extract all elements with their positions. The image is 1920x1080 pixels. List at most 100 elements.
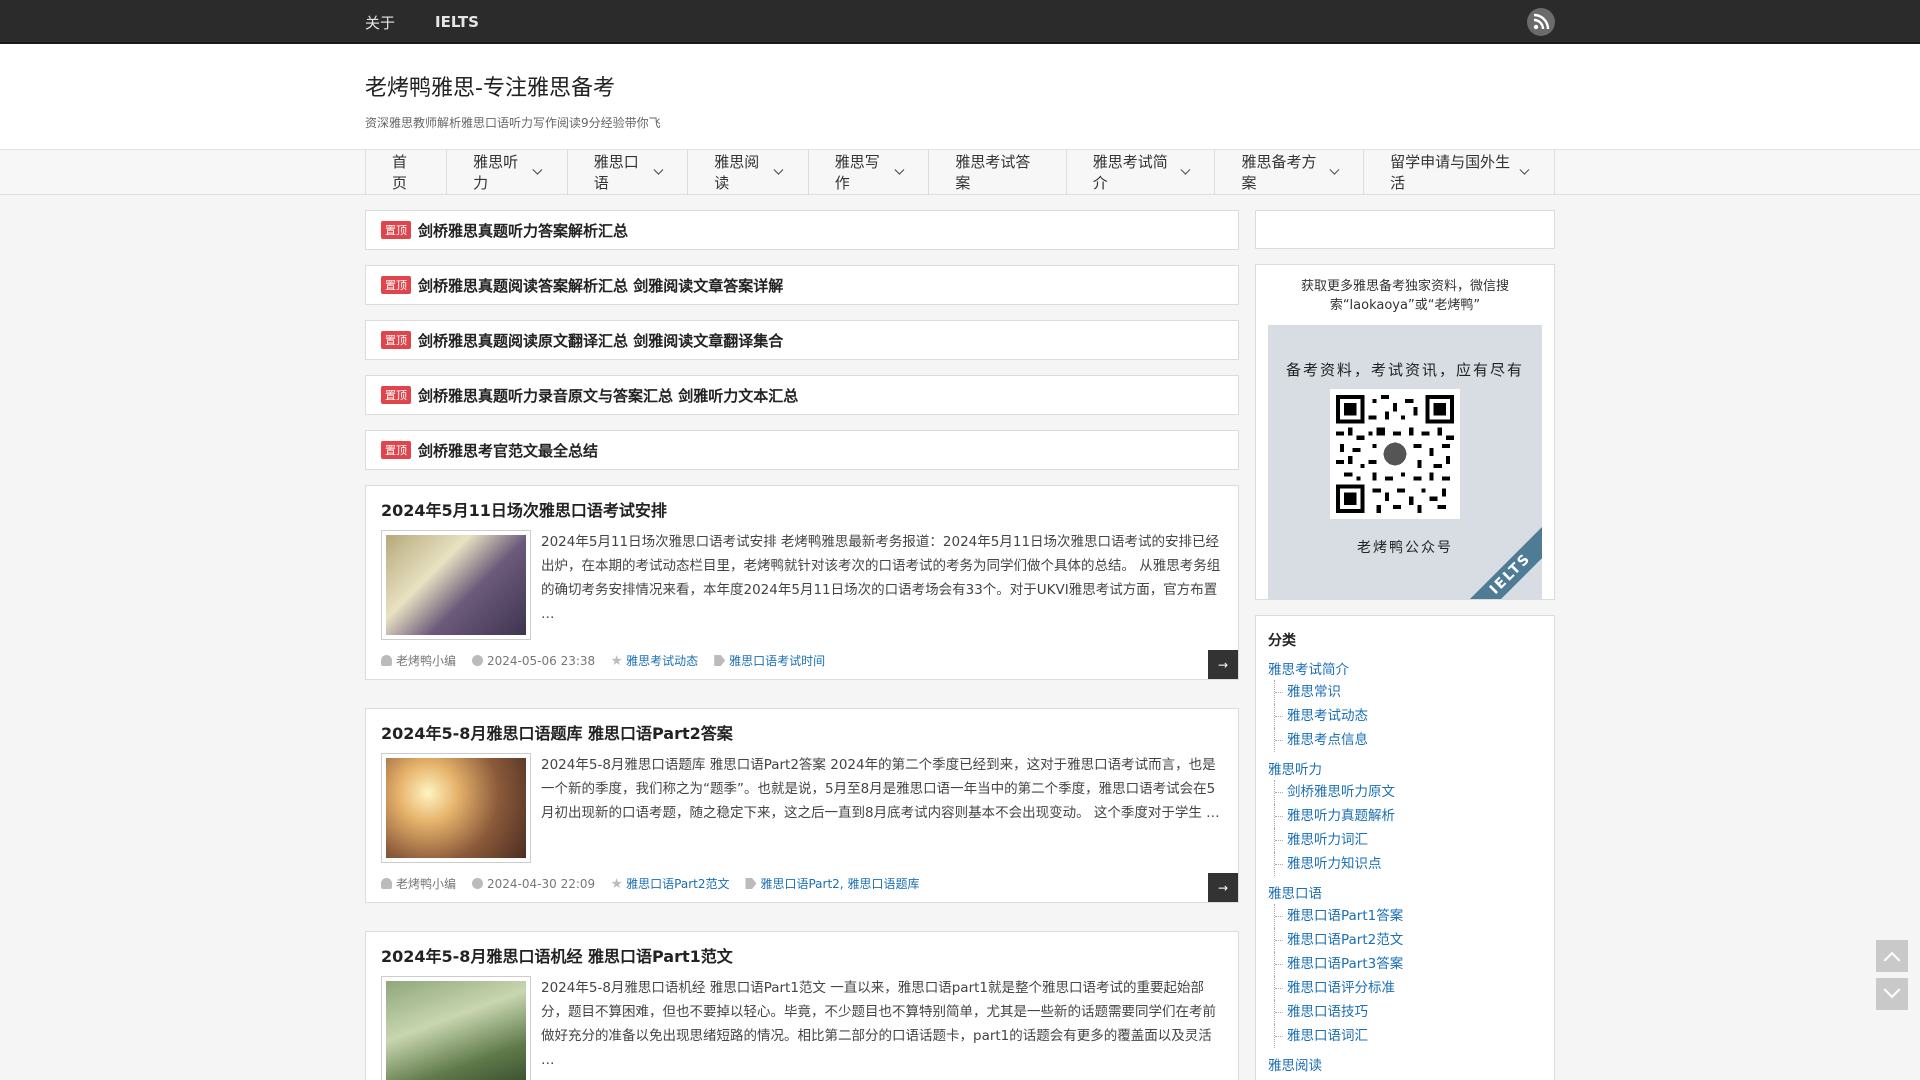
sticky-post[interactable]: 置顶 剑桥雅思真题阅读原文翻译汇总 剑雅阅读文章翻译集合 [365,320,1239,360]
sticky-post[interactable]: 置顶 剑桥雅思真题听力答案解析汇总 [365,210,1239,250]
post-title[interactable]: 2024年5-8月雅思口语题库 雅思口语Part2答案 [366,709,1238,747]
subcategory-link[interactable]: 雅思口语Part1答案 [1274,904,1542,928]
nav-label: 雅思口语 [593,153,639,192]
chevron-down-icon [773,164,784,174]
nav-item-answers[interactable]: 雅思考试答案 [929,150,1067,194]
post-date: 2024-05-06 23:38 [487,653,596,668]
sticky-title[interactable]: 剑桥雅思考官范文最全总结 [418,440,598,461]
sticky-badge: 置顶 [381,221,411,239]
post-title[interactable]: 2024年5-8月雅思口语机经 雅思口语Part1范文 [366,932,1238,970]
read-more-button[interactable]: → [1208,873,1238,902]
subcategory-link[interactable]: 雅思口语Part2范文 [1274,928,1542,952]
subcategory-link[interactable]: 雅思听力词汇 [1274,828,1542,852]
subcategory-link[interactable]: 雅思考试动态 [1274,704,1542,728]
topbar-link-about[interactable]: 关于 [365,12,395,33]
tag-icon [714,655,726,666]
post-author: 老烤鸭小编 [396,877,457,891]
nav-item-writing[interactable]: 雅思写作 [809,150,930,194]
subcategory-link[interactable]: 雅思常识 [1274,680,1542,704]
sticky-title[interactable]: 剑桥雅思真题阅读原文翻译汇总 剑雅阅读文章翻译集合 [418,330,783,351]
nav-label: 雅思写作 [834,153,880,192]
wechat-qr-widget: 获取更多雅思备考独家资料，微信搜索“laokaoya”或“老烤鸭” 备考资料，考… [1255,264,1555,600]
nav-label: 雅思听力 [473,153,519,192]
sticky-title[interactable]: 剑桥雅思真题阅读答案解析汇总 剑雅阅读文章答案详解 [418,275,783,296]
post-date: 2024-04-30 22:09 [487,876,596,891]
qr-code-image: 备考资料，考试资讯，应有尽有 老烤鸭公众号 IELTS [1268,325,1542,599]
nav-item-study-abroad[interactable]: 留学申请与国外生活 [1364,150,1556,194]
nav-label: 雅思考试答案 [955,153,1031,192]
scroll-top-button[interactable] [1876,940,1908,972]
nav-item-plan[interactable]: 雅思备考方案 [1215,150,1365,194]
site-header: 老烤鸭雅思-专注雅思备考 资深雅思教师解析雅思口语听力写作阅读9分经验带你飞 [0,44,1920,150]
site-title[interactable]: 老烤鸭雅思-专注雅思备考 [365,70,1555,102]
sticky-badge: 置顶 [381,441,411,459]
subcategory-link[interactable]: 雅思考点信息 [1274,728,1542,752]
nav-item-intro[interactable]: 雅思考试简介 [1067,150,1216,194]
star-icon [611,878,622,889]
chevron-down-icon [653,164,663,174]
tag-icon [745,878,757,889]
post-tags[interactable]: 雅思口语Part2, 雅思口语题库 [760,875,919,892]
arrow-down-icon [1883,981,1901,999]
post-excerpt: 2024年5月11日场次雅思口语考试安排 老烤鸭雅思最新考务报道：2024年5月… [541,534,1221,622]
topbar-link-ielts[interactable]: IELTS [435,13,479,31]
sticky-post[interactable]: 置顶 剑桥雅思真题听力录音原文与答案汇总 剑雅听力文本汇总 [365,375,1239,415]
subcategory-link[interactable]: 雅思口语词汇 [1274,1024,1542,1048]
sticky-title[interactable]: 剑桥雅思真题听力录音原文与答案汇总 剑雅听力文本汇总 [418,385,798,406]
post-author: 老烤鸭小编 [396,654,457,668]
sticky-badge: 置顶 [381,276,411,294]
clock-icon [472,878,484,889]
category-link[interactable]: 雅思口语 [1268,882,1542,902]
subcategory-link[interactable]: 雅思口语Part3答案 [1274,952,1542,976]
clock-icon [472,655,484,666]
nav-item-reading[interactable]: 雅思阅读 [688,150,809,194]
category-link[interactable]: 雅思考试简介 [1268,658,1542,678]
post-thumbnail[interactable] [381,530,531,640]
sticky-post[interactable]: 置顶 剑桥雅思考官范文最全总结 [365,430,1239,470]
scroll-bottom-button[interactable] [1876,978,1908,1010]
subcategory-link[interactable]: 雅思口语技巧 [1274,1000,1542,1024]
main-nav: 首页 雅思听力 雅思口语 雅思阅读 雅思写作 雅思考试答案 雅思考试简介 雅思备… [0,150,1920,195]
category-link[interactable]: 雅思阅读 [1268,1054,1542,1074]
qr-slogan: 备考资料，考试资讯，应有尽有 [1285,361,1524,379]
nav-item-home[interactable]: 首页 [366,150,448,194]
main-content: 置顶 剑桥雅思真题听力答案解析汇总 置顶 剑桥雅思真题阅读答案解析汇总 剑雅阅读文章… [365,210,1239,1080]
post-thumbnail[interactable] [381,976,531,1080]
qr-code [1330,389,1460,519]
nav-item-speaking[interactable]: 雅思口语 [568,150,689,194]
chevron-down-icon [894,164,904,174]
nav-label: 雅思阅读 [714,153,760,192]
search-widget[interactable] [1255,210,1555,249]
post-title[interactable]: 2024年5月11日场次雅思口语考试安排 [366,486,1238,524]
sticky-title[interactable]: 剑桥雅思真题听力答案解析汇总 [418,220,628,241]
post-tags[interactable]: 雅思口语考试时间 [729,652,825,669]
post-category[interactable]: 雅思考试动态 [626,652,698,669]
subcategory-link[interactable]: 剑桥雅思听力原文 [1274,780,1542,804]
nav-item-listening[interactable]: 雅思听力 [447,150,568,194]
arrow-up-icon [1883,951,1901,969]
subcategory-link[interactable]: 雅思听力真题解析 [1274,804,1542,828]
top-bar: 关于 IELTS [0,0,1920,44]
subcategory-link[interactable]: 雅思听力知识点 [1274,852,1542,876]
post-meta: 老烤鸭小编 2024-04-30 22:09 雅思口语Part2范文 雅思口语P… [366,863,1238,902]
sticky-post[interactable]: 置顶 剑桥雅思真题阅读答案解析汇总 剑雅阅读文章答案详解 [365,265,1239,305]
nav-label: 雅思考试简介 [1092,153,1168,192]
post-card: 2024年5月11日场次雅思口语考试安排 2024年5月11日场次雅思口语考试安… [365,485,1239,680]
qr-corner-label: IELTS [1459,522,1542,599]
chevron-down-icon [532,164,543,174]
post-excerpt: 2024年5-8月雅思口语机经 雅思口语Part1范文 一直以来，雅思口语par… [541,980,1216,1068]
subcategory-link[interactable]: 雅思口语评分标准 [1274,976,1542,1000]
sticky-badge: 置顶 [381,386,411,404]
post-card: 2024年5-8月雅思口语题库 雅思口语Part2答案 2024年5-8月雅思口… [365,708,1239,903]
post-thumbnail[interactable] [381,753,531,863]
read-more-button[interactable]: → [1208,650,1238,679]
post-meta: 老烤鸭小编 2024-05-06 23:38 雅思考试动态 雅思口语考试时间 [366,640,1238,679]
sticky-badge: 置顶 [381,331,411,349]
category-link[interactable]: 雅思听力 [1268,758,1542,778]
post-category[interactable]: 雅思口语Part2范文 [626,875,729,892]
post-card: 2024年5-8月雅思口语机经 雅思口语Part1范文 2024年5-8月雅思口… [365,931,1239,1080]
chevron-down-icon [1180,164,1190,174]
rss-icon[interactable] [1527,8,1555,36]
site-description: 资深雅思教师解析雅思口语听力写作阅读9分经验带你飞 [365,116,661,130]
user-icon [381,878,392,889]
